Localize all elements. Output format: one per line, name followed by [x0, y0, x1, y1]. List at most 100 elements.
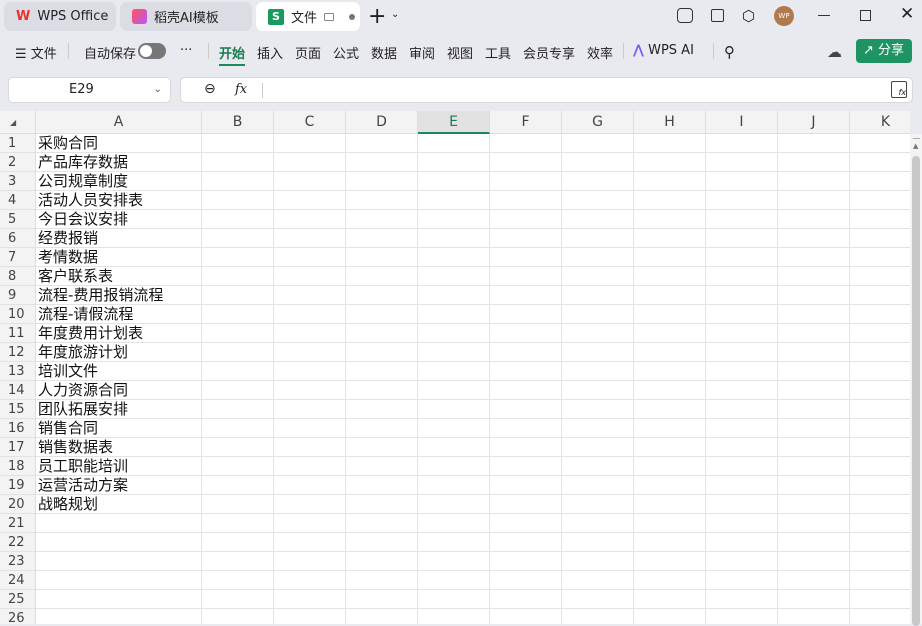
row-header-24[interactable]: 24	[0, 571, 36, 590]
avatar[interactable]: WP	[774, 6, 794, 26]
fx-icon[interactable]: fx	[235, 82, 247, 97]
row-header-16[interactable]: 16	[0, 419, 36, 438]
row-header-9[interactable]: 9	[0, 286, 36, 305]
ribbon-tab-tools[interactable]: 工具	[485, 43, 511, 62]
row-header-10[interactable]: 10	[0, 305, 36, 324]
ribbon-tab-insert[interactable]: 插入	[257, 43, 283, 62]
close-button[interactable]: ✕	[900, 4, 914, 24]
tab-docer[interactable]: 稻壳AI模板	[120, 2, 252, 31]
tab-wps-office[interactable]: W WPS Office	[4, 2, 116, 31]
column-header-G[interactable]: G	[562, 111, 634, 134]
cell-A3[interactable]: 公司规章制度	[38, 172, 128, 191]
row-header-20[interactable]: 20	[0, 495, 36, 514]
cell-A4[interactable]: 活动人员安排表	[38, 191, 143, 210]
row-header-12[interactable]: 12	[0, 343, 36, 362]
cell-A18[interactable]: 员工职能培训	[38, 457, 128, 476]
cloud-upload-icon[interactable]: ☁	[827, 43, 842, 61]
ribbon-tab-formula[interactable]: 公式	[333, 43, 359, 62]
ribbon-tab-view[interactable]: 视图	[447, 43, 473, 62]
cell-A17[interactable]: 销售数据表	[38, 438, 113, 457]
row-header-14[interactable]: 14	[0, 381, 36, 400]
cell-A6[interactable]: 经费报销	[38, 229, 98, 248]
row-header-25[interactable]: 25	[0, 590, 36, 609]
gridline	[36, 551, 910, 552]
wps-ai-button[interactable]: ⋀ WPS AI	[633, 43, 694, 58]
column-header-I[interactable]: I	[706, 111, 778, 134]
cell-A15[interactable]: 团队拓展安排	[38, 400, 128, 419]
chevron-down-icon[interactable]: ⌄	[391, 9, 399, 20]
row-header-1[interactable]: 1	[0, 134, 36, 153]
formula-input[interactable]: ⊖ fx fx	[180, 77, 913, 103]
skin-icon[interactable]	[677, 8, 693, 23]
cell-A19[interactable]: 运营活动方案	[38, 476, 128, 495]
cell-A7[interactable]: 考情数据	[38, 248, 98, 267]
ribbon-tab-page[interactable]: 页面	[295, 43, 321, 62]
select-all-corner[interactable]: ◢	[0, 111, 36, 134]
cell-A10[interactable]: 流程-请假流程	[38, 305, 133, 324]
cell-A20[interactable]: 战略规划	[38, 495, 98, 514]
cell-A5[interactable]: 今日会议安排	[38, 210, 128, 229]
row-header-3[interactable]: 3	[0, 172, 36, 191]
column-header-D[interactable]: D	[346, 111, 418, 134]
cell-A9[interactable]: 流程-费用报销流程	[38, 286, 163, 305]
more-button[interactable]: ···	[180, 43, 192, 58]
column-header-B[interactable]: B	[202, 111, 274, 134]
ribbon-tab-home[interactable]: 开始	[219, 43, 246, 66]
cell-A2[interactable]: 产品库存数据	[38, 153, 128, 172]
chevron-down-icon[interactable]: ⌄	[154, 78, 162, 102]
row-header-11[interactable]: 11	[0, 324, 36, 343]
column-header-A[interactable]: A	[36, 111, 202, 134]
ribbon-tab-member[interactable]: 会员专享	[523, 43, 575, 62]
column-header-J[interactable]: J	[778, 111, 850, 134]
maximize-button[interactable]	[860, 10, 871, 21]
column-header-K[interactable]: K	[850, 111, 910, 134]
cell-A1[interactable]: 采购合同	[38, 134, 98, 153]
share-button[interactable]: ↗ 分享	[856, 39, 912, 63]
ribbon-tab-review[interactable]: 审阅	[409, 43, 435, 62]
gridline	[36, 228, 910, 229]
column-header-E[interactable]: E	[418, 111, 490, 134]
cell-A8[interactable]: 客户联系表	[38, 267, 113, 286]
spreadsheet-grid[interactable]: ◢ A B C D E F G H I J K 1 采购合同 2 产品库存数据 3 公司规章制度 4 活动人员安排表…	[0, 111, 910, 624]
row-header-6[interactable]: 6	[0, 229, 36, 248]
column-header-C[interactable]: C	[274, 111, 346, 134]
column-header-H[interactable]: H	[634, 111, 706, 134]
cell-A13[interactable]: 培训文件	[38, 362, 98, 381]
minimize-button[interactable]	[818, 15, 830, 16]
search-icon[interactable]: ⚲	[724, 43, 735, 61]
cell-A12[interactable]: 年度旅游计划	[38, 343, 128, 362]
row-header-23[interactable]: 23	[0, 552, 36, 571]
row-header-21[interactable]: 21	[0, 514, 36, 533]
row-header-18[interactable]: 18	[0, 457, 36, 476]
gridline	[36, 285, 910, 286]
zoom-formula-icon[interactable]: ⊖	[204, 81, 216, 97]
file-menu[interactable]: ☰ 文件	[15, 43, 57, 62]
function-wizard-icon[interactable]: fx	[891, 81, 907, 98]
ribbon-tab-efficiency[interactable]: 效率	[587, 43, 613, 62]
ribbon-tab-data[interactable]: 数据	[371, 43, 397, 62]
cube-icon[interactable]: ⬡	[742, 7, 755, 25]
row-header-4[interactable]: 4	[0, 191, 36, 210]
row-header-2[interactable]: 2	[0, 153, 36, 172]
autosave-toggle[interactable]	[138, 43, 166, 59]
tab-file[interactable]: S 文件	[256, 2, 360, 31]
row-header-5[interactable]: 5	[0, 210, 36, 229]
scroll-up-icon[interactable]: ▲	[913, 142, 918, 150]
cell-A16[interactable]: 销售合同	[38, 419, 98, 438]
row-header-13[interactable]: 13	[0, 362, 36, 381]
scrollbar-thumb[interactable]	[912, 156, 920, 626]
column-header-F[interactable]: F	[490, 111, 562, 134]
row-header-22[interactable]: 22	[0, 533, 36, 552]
row-header-8[interactable]: 8	[0, 267, 36, 286]
name-box[interactable]: E29 ⌄	[8, 77, 171, 103]
windows-icon[interactable]	[711, 9, 724, 22]
cell-A11[interactable]: 年度费用计划表	[38, 324, 143, 343]
row-header-17[interactable]: 17	[0, 438, 36, 457]
row-header-7[interactable]: 7	[0, 248, 36, 267]
row-header-26[interactable]: 26	[0, 609, 36, 624]
row-header-19[interactable]: 19	[0, 476, 36, 495]
new-tab-button[interactable]: +	[368, 4, 386, 29]
vertical-scrollbar[interactable]: ▲	[910, 134, 922, 626]
row-header-15[interactable]: 15	[0, 400, 36, 419]
cell-A14[interactable]: 人力资源合同	[38, 381, 128, 400]
